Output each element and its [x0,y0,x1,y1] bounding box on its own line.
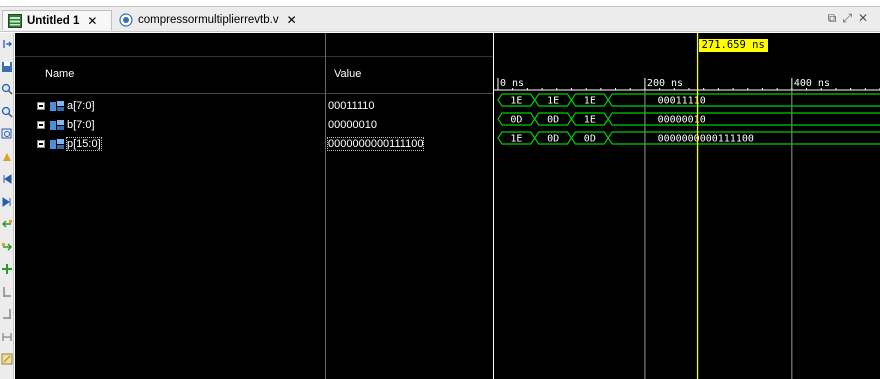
bus-value-label: 0D [547,115,559,126]
snap-to-transition-icon[interactable] [1,352,13,366]
signal-value: 00011110 [328,100,375,112]
next-marker-icon[interactable] [1,307,13,321]
next-transition-icon[interactable] [1,240,13,254]
bus-value-label: 1E [547,96,559,107]
name-column-header[interactable]: Name [45,68,74,80]
waveform-config-icon [8,13,22,28]
signal-list-spacer [15,33,493,57]
add-marker-icon[interactable] [1,262,13,276]
ruler-label: 0 ns [500,78,524,89]
signal-row[interactable]: b[7:0] 00000010 [15,117,493,135]
cursor-time-label[interactable]: 271.659 ns [698,39,768,52]
bus-value-label: 1E [510,96,522,107]
tab-label: compressormultiplierrevtb.v [138,14,279,26]
bus-value-label: 1E [510,134,522,145]
fit-icon[interactable] [1,37,13,51]
zoom-in-icon[interactable] [1,82,13,96]
signal-value: 0000000000111100 [326,137,425,151]
signal-name: p[15:0] [66,137,102,151]
close-window-icon[interactable]: ✕ [858,11,874,25]
previous-marker-icon[interactable] [1,285,13,299]
bus-segment[interactable] [607,112,880,126]
bus-value-label: 0D [547,134,559,145]
bus-value-label: 00011110 [658,96,706,107]
restore-icon[interactable]: ⧉ [828,11,843,25]
zoom-out-icon[interactable] [1,105,13,119]
editor-tab-bar: Untitled 1 ✕ compressormultiplierrevtb.v… [0,6,880,32]
signal-list-panel: Name Value a[7:0] 00011110 b[7:0] 00000010 p… [15,33,493,379]
column-divider[interactable] [325,33,326,379]
waveform-panel[interactable]: 0 ns 200 ns 400 ns 1E 1E 1E 00011110 0D 0D 1E 0000… [494,33,880,379]
bus-signal-icon [50,120,64,130]
close-tab-icon[interactable]: ✕ [87,14,97,28]
go-to-end-icon[interactable] [1,195,13,209]
close-tab-icon[interactable]: ✕ [287,13,297,27]
zoom-fit-icon[interactable] [1,127,13,141]
window-controls: ⧉⤢✕ [828,11,874,26]
bus-value-label: 00000010 [658,115,706,126]
swap-cursors-icon[interactable] [1,330,13,344]
ruler-label: 400 ns [794,78,830,89]
bus-value-label: 1E [584,115,596,126]
signal-value: 00000010 [328,119,377,131]
waveform-canvas[interactable]: 0 ns 200 ns 400 ns 1E 1E 1E 00011110 0D 0D 1E 0000… [494,33,880,379]
signal-list-header: Name Value [15,58,493,94]
signal-name: a[7:0] [67,100,95,112]
bus-value-label: 0000000000111100 [658,134,754,145]
go-to-cursor-icon[interactable] [1,150,13,164]
bus-signal-icon [50,139,64,149]
signal-name: b[7:0] [67,119,95,131]
bus-value-label: 0D [584,134,596,145]
ruler-label: 200 ns [647,78,683,89]
previous-transition-icon[interactable] [1,217,13,231]
tab-untitled-1[interactable]: Untitled 1 ✕ [2,10,112,30]
tab-testbench-file[interactable]: compressormultiplierrevtb.v ✕ [114,10,297,30]
expand-icon[interactable] [37,102,45,110]
go-to-start-icon[interactable] [1,172,13,186]
bus-signal-icon [50,101,64,111]
verilog-file-icon [119,13,133,27]
expand-icon[interactable] [37,121,45,129]
float-icon[interactable]: ⤢ [842,11,858,25]
bus-value-label: 0D [510,115,522,126]
waveform-toolbar [0,33,14,379]
save-icon[interactable] [1,60,13,74]
value-column-header[interactable]: Value [334,68,361,80]
tab-label: Untitled 1 [27,14,80,27]
expand-icon[interactable] [37,140,45,148]
signal-row[interactable]: p[15:0] 0000000000111100 [15,136,493,154]
signal-row[interactable]: a[7:0] 00011110 [15,98,493,116]
bus-segment[interactable] [607,93,880,107]
bus-value-label: 1E [584,96,596,107]
